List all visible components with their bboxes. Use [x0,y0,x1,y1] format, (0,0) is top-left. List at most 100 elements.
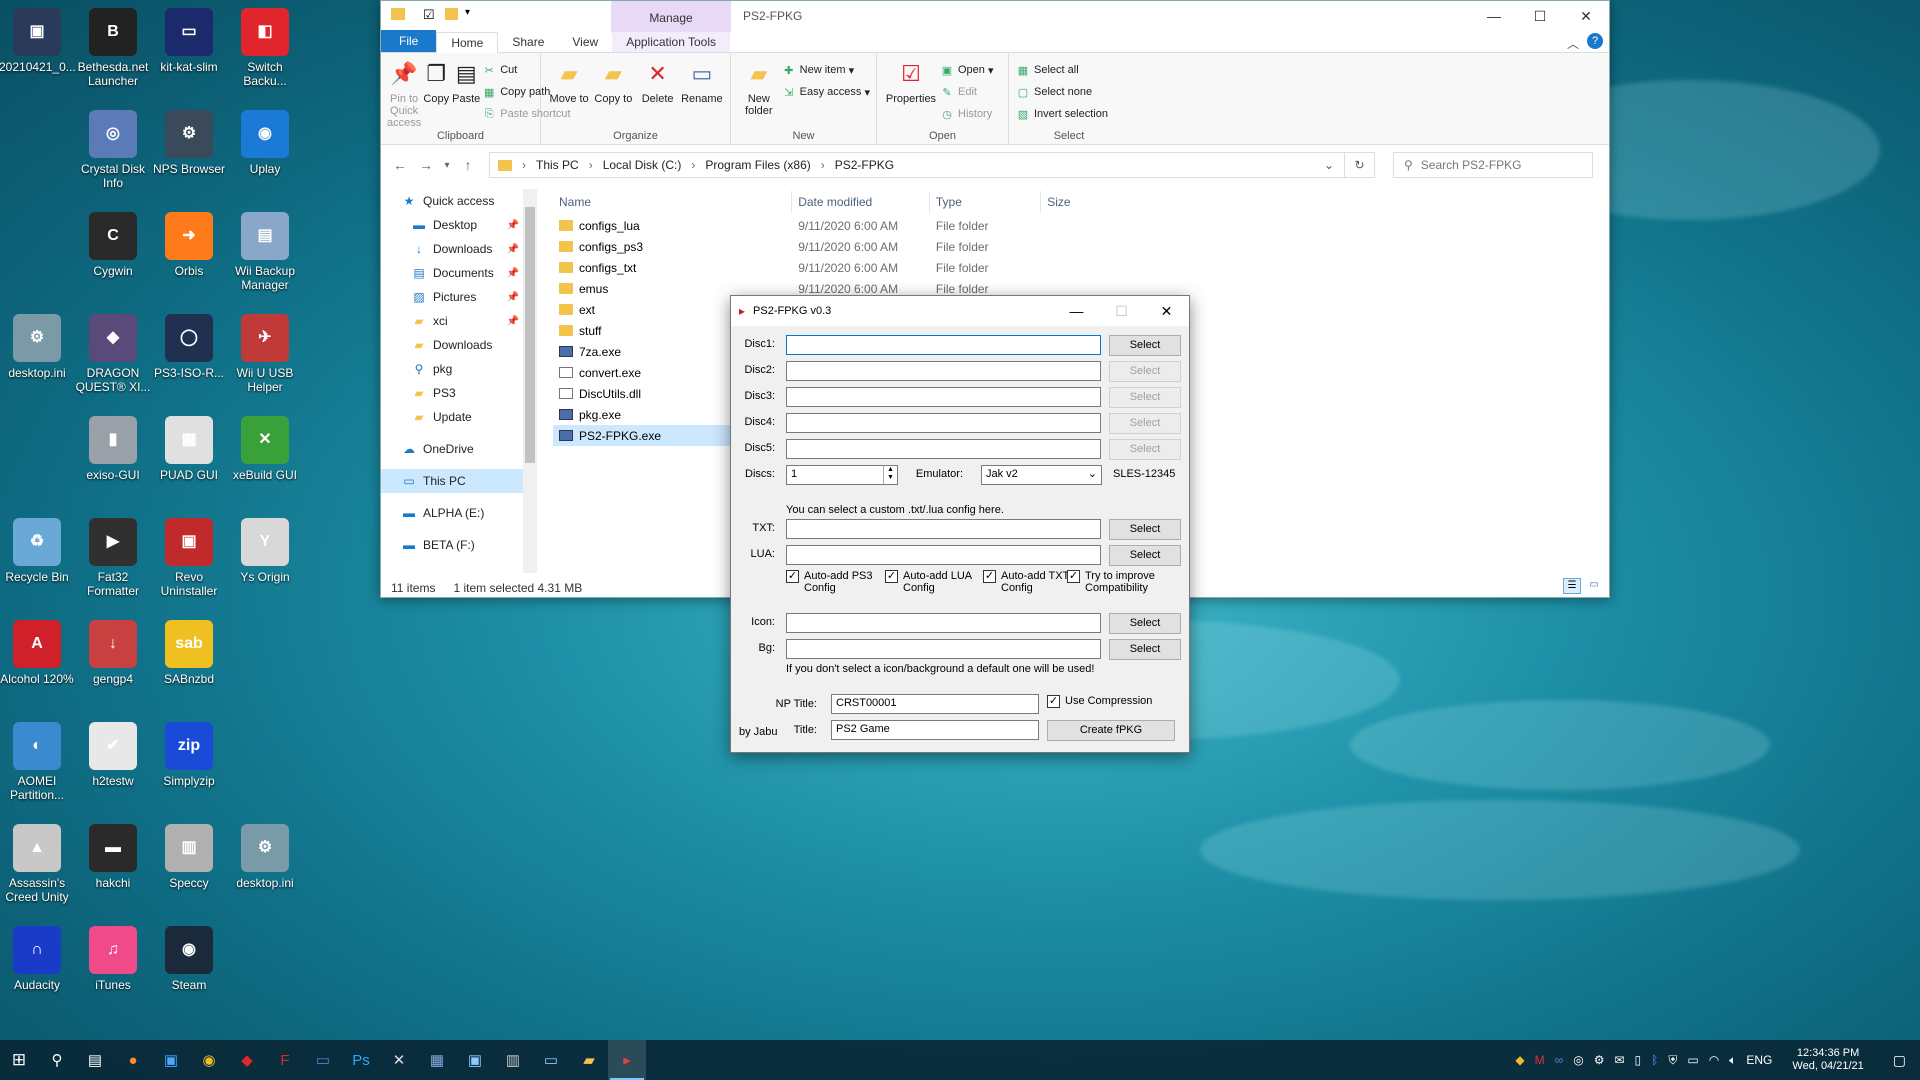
nav-item[interactable]: ↓ Downloads 📌 [381,237,523,261]
desktop-icon[interactable]: ▣ 20210421_0... [0,2,76,98]
nav-item[interactable]: ▤ Documents 📌 [381,261,523,285]
desktop-icon[interactable]: ◉ Uplay [227,104,303,200]
desktop-icon[interactable]: ◧ Switch Backu... [227,2,303,98]
navigation-scrollbar[interactable] [523,189,537,573]
select-disc-button[interactable]: Select [1109,387,1181,408]
desktop-icon[interactable]: ▤ Wii Backup Manager [227,206,303,302]
title-field[interactable]: PS2 Game [831,720,1039,740]
refresh-icon[interactable]: ↻ [1345,152,1375,178]
desktop-icon[interactable]: sab SABnzbd [151,614,227,710]
nav-item[interactable]: ▰ Downloads [381,333,523,357]
desktop-icon[interactable]: ✕ xeBuild GUI [227,410,303,506]
dialog-maximize-button[interactable]: ☐ [1099,296,1144,326]
select-disc-button[interactable]: Select [1109,439,1181,460]
forward-arrow-icon[interactable]: → [413,157,439,173]
desktop-icon[interactable]: ▦ PUAD GUI [151,410,227,506]
stepper-arrows-icon[interactable]: ▲ ▼ [883,466,897,484]
desktop-icon[interactable]: ♫ iTunes [75,920,151,1016]
tray-app-icon[interactable]: ∞ [1550,1053,1569,1067]
desktop-icon[interactable]: ▥ Speccy [151,818,227,914]
desktop-icon[interactable]: ◎ Crystal Disk Info [75,104,151,200]
battery-icon[interactable]: ▭ [1682,1053,1703,1067]
tab-home[interactable]: Home [436,32,499,53]
discs-stepper[interactable]: 1 ▲ ▼ [786,465,898,485]
desktop-icon[interactable]: ▶ Fat32 Formatter [75,512,151,608]
app-icon[interactable]: ▣ [152,1040,190,1080]
create-fpkg-button[interactable]: Create fPKG [1047,720,1175,741]
game-icon[interactable]: ◆ [228,1040,266,1080]
icon-path-field[interactable] [786,613,1101,633]
txt-config-field[interactable] [786,519,1101,539]
file-row[interactable]: configs_txt 9/11/2020 6:00 AM File folder [553,257,1113,278]
desktop-icon[interactable]: ∩ Audacity [0,920,75,1016]
desktop-icon[interactable]: ➜ Orbis [151,206,227,302]
select-disc-button[interactable]: Select [1109,335,1181,356]
use-compression-checkbox[interactable]: ✓ Use Compression [1047,695,1152,708]
maximize-button[interactable]: ☐ [1517,1,1563,31]
column-size[interactable]: Size [1041,191,1113,213]
desktop-icon[interactable]: ◐ AOMEI Partition... [0,716,75,812]
desktop-icon[interactable]: ▲ Assassin's Creed Unity [0,818,75,914]
customize-toolbar-icon[interactable]: ▾ [465,7,470,18]
desktop-icon[interactable]: ▬ hakchi [75,818,151,914]
calculator-icon[interactable]: ▥ [494,1040,532,1080]
file-row[interactable]: configs_ps3 9/11/2020 6:00 AM File folder [553,236,1113,257]
tab-view[interactable]: View [558,32,612,52]
file-explorer-icon[interactable]: ▰ [570,1040,608,1080]
select-icon-button[interactable]: Select [1109,613,1181,634]
desktop-icon[interactable]: ▣ Revo Uninstaller [151,512,227,608]
new-folder-icon[interactable] [445,8,458,20]
wifi-icon[interactable]: ◠ [1704,1053,1724,1067]
volume-icon[interactable]: 🔈︎ [1724,1053,1741,1068]
back-arrow-icon[interactable]: ← [387,157,413,173]
minimize-button[interactable]: — [1471,1,1517,31]
auto-add-checkbox[interactable]: ✓ Auto-add LUA Config [885,570,977,594]
language-indicator[interactable]: ENG [1741,1053,1777,1067]
easy-access-button[interactable]: ⇲ Easy access ▾ [781,81,870,103]
disc-path-field[interactable] [786,413,1101,433]
disc-path-field[interactable] [786,335,1101,355]
tray-app-icon[interactable]: M [1530,1053,1550,1067]
desktop-icon[interactable]: B Bethesda.net Launcher [75,2,151,98]
desktop-icon[interactable]: ◆ DRAGON QUEST® XI... [75,308,151,404]
task-view-icon[interactable]: ▤ [76,1040,114,1080]
tray-app-icon[interactable]: ⚙ [1589,1053,1610,1067]
help-icon[interactable]: ? [1587,33,1603,49]
tray-app-icon[interactable]: ▯ [1630,1053,1647,1067]
disc-path-field[interactable] [786,387,1101,407]
photoshop-icon[interactable]: Ps [342,1040,380,1080]
chrome-icon[interactable]: ◉ [190,1040,228,1080]
address-dropdown-icon[interactable]: ⌄ [1324,158,1334,172]
breadcrumb-item[interactable]: This PC [536,158,579,172]
nav-item[interactable]: ▰ PS3 [381,381,523,405]
breadcrumb-item[interactable]: Program Files (x86) [705,158,810,172]
file-row[interactable]: configs_lua 9/11/2020 6:00 AM File folder [553,215,1113,236]
tab-file[interactable]: File [381,30,437,52]
tab-application-tools[interactable]: Application Tools [612,32,731,52]
firefox-icon[interactable]: ● [114,1040,152,1080]
nav-item[interactable]: ▰ Update [381,405,523,429]
edit-button[interactable]: ✎ Edit [939,81,994,103]
desktop-icon[interactable]: ✔ h2testw [75,716,151,812]
lua-config-field[interactable] [786,545,1101,565]
bluetooth-icon[interactable]: ᛒ [1646,1053,1663,1067]
desktop-icon[interactable]: ▭ kit-kat-slim [151,2,227,98]
breadcrumb-item[interactable]: PS2-FPKG [835,158,894,172]
recent-locations-icon[interactable]: ▾ [439,160,455,171]
mail-icon[interactable]: ✉ [1609,1053,1629,1067]
up-arrow-icon[interactable]: ↑ [455,157,481,173]
nav-item[interactable]: ▭ This PC [381,469,523,493]
nav-item[interactable]: ▬ BETA (F:) [381,533,523,557]
select-all-button[interactable]: ▦ Select all [1015,59,1108,81]
auto-add-checkbox[interactable]: ✓ Auto-add TXT Config [983,570,1075,594]
collapse-ribbon-icon[interactable]: ︿ [1567,35,1579,52]
disc-path-field[interactable] [786,439,1101,459]
desktop-icon[interactable]: Y Ys Origin [227,512,303,608]
details-view-icon[interactable]: ☰ [1563,578,1581,594]
search-icon[interactable]: ⚲ [38,1040,76,1080]
invert-selection-button[interactable]: ▧ Invert selection [1015,103,1108,125]
clock[interactable]: 12:34:36 PM Wed, 04/21/21 [1777,1047,1878,1073]
app-icon[interactable]: ▭ [532,1040,570,1080]
desktop-icon[interactable]: ⚙ NPS Browser [151,104,227,200]
breadcrumb-item[interactable]: Local Disk (C:) [603,158,682,172]
